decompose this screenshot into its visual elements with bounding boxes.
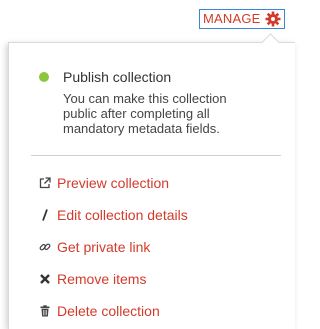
edit-collection-details-label: Edit collection details xyxy=(57,207,188,223)
link-icon xyxy=(39,241,51,253)
publish-description: You can make this collection public afte… xyxy=(63,91,227,136)
publish-collection-label: Publish collection xyxy=(63,69,172,85)
manage-dropdown-menu: Publish collection You can make this col… xyxy=(8,33,295,329)
preview-collection-label: Preview collection xyxy=(57,175,170,191)
pencil-icon xyxy=(39,209,51,221)
x-icon xyxy=(39,273,51,285)
get-private-link-item[interactable]: Get private link xyxy=(9,231,295,263)
dropdown-caret xyxy=(261,33,280,52)
publish-section: Publish collection You can make this col… xyxy=(9,68,295,136)
remove-items-item[interactable]: Remove items xyxy=(9,263,295,295)
trash-icon xyxy=(39,305,51,317)
collection-actions-menu: Preview collection Edit collection detai… xyxy=(9,167,295,327)
preview-collection-item[interactable]: Preview collection xyxy=(9,167,295,199)
menu-divider xyxy=(31,155,281,156)
manage-dropdown-screen: MANAGE Publish collection You can make t… xyxy=(0,0,295,329)
delete-collection-item[interactable]: Delete collection xyxy=(9,295,295,327)
edit-collection-details-item[interactable]: Edit collection details xyxy=(9,199,295,231)
manage-button[interactable]: MANAGE xyxy=(199,9,285,29)
delete-collection-label: Delete collection xyxy=(57,303,160,319)
gear-icon xyxy=(265,11,281,27)
manage-label: MANAGE xyxy=(203,11,261,26)
remove-items-label: Remove items xyxy=(57,271,147,287)
publish-collection-item[interactable]: Publish collection xyxy=(9,68,295,86)
status-dot-icon xyxy=(39,72,49,82)
get-private-link-label: Get private link xyxy=(57,239,151,255)
external-link-icon xyxy=(39,177,51,189)
